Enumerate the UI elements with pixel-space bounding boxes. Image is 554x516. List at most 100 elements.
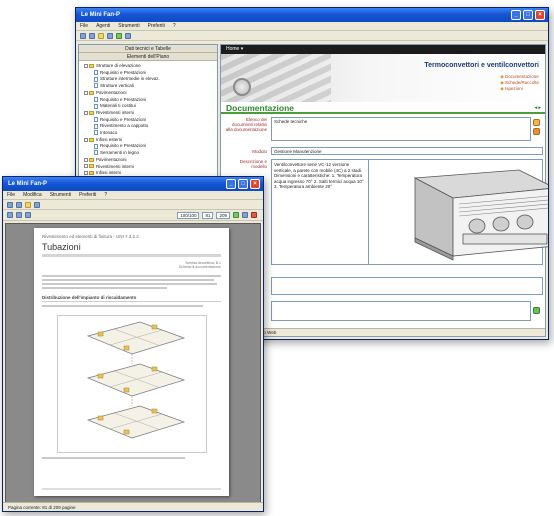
window-title: Le Mini Fan-P <box>8 181 47 187</box>
link-ispezioni[interactable]: Ispezioni <box>500 86 539 92</box>
section-nav-arrows[interactable]: ◂ ▸ <box>535 102 541 114</box>
menu-agenti[interactable]: Agenti <box>96 23 110 29</box>
minimize-button[interactable]: _ <box>226 179 236 189</box>
expand-toggle-icon[interactable] <box>84 90 88 95</box>
field-elenco[interactable]: Schede tecniche <box>271 117 531 141</box>
expand-toggle-icon[interactable] <box>84 164 88 169</box>
maximize-button[interactable]: □ <box>238 179 248 189</box>
expand-toggle-icon[interactable] <box>84 137 88 142</box>
folder-icon[interactable] <box>25 201 31 208</box>
menu-file[interactable]: File <box>7 192 15 198</box>
menu-strumenti[interactable]: Strumenti <box>118 23 139 29</box>
tree-item[interactable]: Serramenti in legno <box>82 150 214 157</box>
tree-subheader[interactable]: Elementi dell'Piano <box>79 53 217 61</box>
zoom-field[interactable]: 100/100 <box>177 211 200 219</box>
tree-item[interactable]: Strutture di elevazione <box>82 63 214 70</box>
expand-toggle-icon[interactable] <box>84 171 88 176</box>
zoom-in-icon[interactable] <box>242 212 248 218</box>
tree-item[interactable]: Infissi esterni <box>82 137 214 144</box>
figure-caption <box>42 457 221 459</box>
home-icon[interactable] <box>125 32 131 39</box>
toolbar <box>3 200 263 210</box>
tree-item[interactable]: Strutture intermedie in elevaz. <box>82 76 214 83</box>
field-row-elenco: Elenco dei documenti relativi alla docum… <box>225 117 543 143</box>
edit-doc-icon[interactable] <box>533 128 540 135</box>
menu-modifica[interactable]: Modifica <box>23 192 42 198</box>
print-icon[interactable] <box>34 201 40 208</box>
field-descrizione[interactable]: Ventilconvettore serie VC-12 versione ve… <box>271 159 548 265</box>
tree-item[interactable]: Pavimentazioni <box>82 157 214 164</box>
back-icon[interactable] <box>7 201 13 208</box>
tree-item[interactable]: Rivestimenti interni <box>82 110 214 117</box>
forward-icon[interactable] <box>89 32 95 39</box>
tree-item[interactable]: Intonaco <box>82 130 214 137</box>
save-icon[interactable] <box>7 212 13 218</box>
select-tool-icon[interactable] <box>25 212 31 218</box>
tree-item[interactable]: Rivestimento a cappotto <box>82 123 214 130</box>
print-icon[interactable] <box>107 32 113 39</box>
tree-item[interactable]: Requisito e Prestazioni <box>82 70 214 77</box>
menu-help[interactable]: ? <box>104 192 107 198</box>
page-title: Tubazioni <box>42 242 221 257</box>
tree-item[interactable]: Strutture verticali <box>82 83 214 90</box>
window-title: Le Mini Fan-P <box>81 12 120 18</box>
minimize-button[interactable]: _ <box>511 10 521 20</box>
maximize-button[interactable]: □ <box>523 10 533 20</box>
search-icon[interactable] <box>16 212 22 218</box>
field-row-descrizione: Descrizione e modello Ventilconvettore s… <box>225 159 548 267</box>
document-icon <box>94 143 98 149</box>
refresh-icon[interactable] <box>116 32 122 39</box>
tree-item[interactable]: Requisito e Prestazioni <box>82 143 214 150</box>
expand-toggle-icon[interactable] <box>84 157 88 162</box>
tree-item-label: Materiali ti costitui <box>100 103 136 109</box>
menu-preferiti[interactable]: Preferiti <box>148 23 165 29</box>
menu-file[interactable]: File <box>80 23 88 29</box>
folder-icon[interactable] <box>98 32 104 39</box>
close-button[interactable]: × <box>535 10 545 20</box>
page-number-field[interactable]: 81 <box>202 211 214 219</box>
tree-item-label: Rivestimento a cappotto <box>100 123 149 129</box>
window-title-bar[interactable]: Le Mini Fan-P _ □ × <box>3 177 263 191</box>
open-doc-icon[interactable] <box>533 119 540 126</box>
document-icon <box>94 103 98 109</box>
tree-item-label: Strutture intermedie in elevaz. <box>100 76 160 82</box>
menu-preferiti[interactable]: Preferiti <box>79 192 96 198</box>
close-button[interactable]: × <box>250 179 260 189</box>
descrizione-text: Ventilconvettore serie VC-12 versione ve… <box>274 162 364 189</box>
document-area[interactable]: Rivestimento ed elementi di finitura - U… <box>5 223 261 503</box>
tree-item[interactable]: Rivestimenti interni <box>82 164 214 171</box>
menu-help[interactable]: ? <box>173 23 176 29</box>
tree-item[interactable]: Materiali ti costitui <box>82 103 214 110</box>
document-icon <box>94 150 98 156</box>
section-title-text: Documentazione <box>226 103 295 113</box>
pdf-page: Rivestimento ed elementi di finitura - U… <box>34 228 229 496</box>
tree-item[interactable]: Requisito e Prestazioni <box>82 97 214 104</box>
add-attachment-icon[interactable] <box>533 307 540 314</box>
back-icon[interactable] <box>80 32 86 39</box>
next-page-icon[interactable] <box>233 212 239 218</box>
floor-plan-figure <box>56 315 207 453</box>
tree-item[interactable]: Pavimentazioni <box>82 90 214 97</box>
expand-toggle-icon[interactable] <box>84 63 88 68</box>
window-title-bar[interactable]: Le Mini Fan-P _ □ × <box>76 8 548 22</box>
expand-toggle-icon[interactable] <box>84 110 88 115</box>
document-icon <box>94 70 98 76</box>
tree-item-label: Infissi interni <box>96 170 122 176</box>
field-modulo[interactable]: Gestione Manutenzione <box>271 147 543 155</box>
window-controls: _ □ × <box>511 10 545 20</box>
field-allegati-actions <box>533 307 543 314</box>
tree-item-label: Strutture di elevazione <box>96 63 141 68</box>
field-label-modulo: Modulo <box>252 149 267 154</box>
forward-icon[interactable] <box>16 201 22 208</box>
tree-item-label: Rivestimenti interni <box>96 163 135 169</box>
field-note[interactable] <box>271 277 543 295</box>
field-allegati[interactable] <box>271 301 531 321</box>
tree-item-label: Serramenti in legno <box>100 150 140 156</box>
tree-item-label: Requisito e Prestazioni <box>100 143 147 149</box>
stop-icon[interactable] <box>251 212 257 218</box>
tree-item[interactable]: Requisito e Prestazioni <box>82 117 214 124</box>
logo <box>233 78 251 96</box>
nav-bar[interactable]: Home ▾ <box>221 45 545 54</box>
tree-header[interactable]: Dati tecnici e Tabelle <box>79 45 217 53</box>
menu-strumenti[interactable]: Strumenti <box>50 192 71 198</box>
